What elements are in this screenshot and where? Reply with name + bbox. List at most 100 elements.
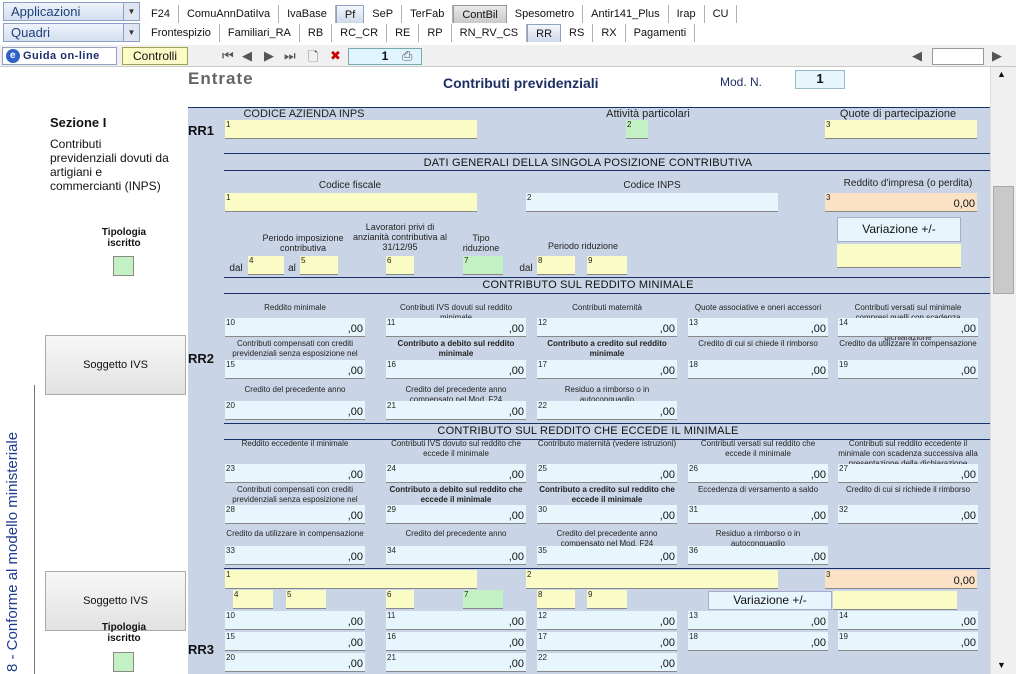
- lavoratori-field[interactable]: 6: [386, 256, 414, 275]
- tab-familiari-ra[interactable]: Familiari_RA: [220, 24, 300, 42]
- rr3-field-15[interactable]: 15,00: [225, 632, 365, 651]
- field-24[interactable]: 24,00: [386, 464, 526, 483]
- tab-cu[interactable]: CU: [705, 5, 738, 23]
- rr3-field-16[interactable]: 16,00: [386, 632, 526, 651]
- field-31[interactable]: 31,00: [688, 505, 828, 524]
- field-20[interactable]: 20,00: [225, 401, 365, 420]
- field-36[interactable]: 36,00: [688, 546, 828, 565]
- tab-terfab[interactable]: TerFab: [402, 5, 454, 23]
- tab-rx[interactable]: RX: [593, 24, 626, 42]
- field-11[interactable]: 11,00: [386, 318, 526, 337]
- mod-number[interactable]: 1: [795, 70, 845, 89]
- tipologia-field[interactable]: [113, 256, 134, 276]
- tab-rs[interactable]: RS: [561, 24, 594, 42]
- reddito-impresa-field[interactable]: 3 0,00: [825, 193, 977, 212]
- scroll-left-icon[interactable]: ◀: [912, 48, 922, 64]
- rr3-field-17[interactable]: 17,00: [537, 632, 677, 651]
- next-page-icon[interactable]: ▶: [264, 48, 274, 64]
- goto-input[interactable]: [932, 48, 984, 65]
- codice-azienda-field[interactable]: 1: [225, 120, 477, 139]
- field-29[interactable]: 29,00: [386, 505, 526, 524]
- field-17[interactable]: 17,00: [537, 360, 677, 379]
- guida-online-button[interactable]: e Guida on-line: [2, 47, 117, 65]
- tab-comuanndatiiva[interactable]: ComuAnnDatiIva: [179, 5, 280, 23]
- field-16[interactable]: 16,00: [386, 360, 526, 379]
- variazione-field[interactable]: [837, 244, 961, 268]
- tab-re[interactable]: RE: [387, 24, 420, 42]
- field-18[interactable]: 18,00: [688, 360, 828, 379]
- tab-rn-rv-cs[interactable]: RN_RV_CS: [452, 24, 528, 42]
- tab-ivabase[interactable]: IvaBase: [279, 5, 336, 23]
- field-30[interactable]: 30,00: [537, 505, 677, 524]
- scroll-right-icon[interactable]: ▶: [992, 48, 1002, 64]
- riduzione-al-field[interactable]: 9: [587, 256, 627, 275]
- tab-contbil[interactable]: ContBil: [453, 5, 507, 23]
- scroll-thumb[interactable]: [993, 186, 1014, 294]
- rr3-field-11[interactable]: 11,00: [386, 611, 526, 630]
- field-15[interactable]: 15,00: [225, 360, 365, 379]
- field-25[interactable]: 25,00: [537, 464, 677, 483]
- field-10[interactable]: 10,00: [225, 318, 365, 337]
- attivita-field[interactable]: 2: [626, 120, 648, 139]
- field-34[interactable]: 34,00: [386, 546, 526, 565]
- riduzione-dal-field[interactable]: 8: [537, 256, 575, 275]
- rr3-field-21[interactable]: 21,00: [386, 653, 526, 672]
- field-13[interactable]: 13,00: [688, 318, 828, 337]
- codice-inps-field[interactable]: 2: [526, 193, 778, 212]
- field-22[interactable]: 22,00: [537, 401, 677, 420]
- applicazioni-dropdown[interactable]: Applicazioni ▼: [3, 2, 140, 21]
- scroll-down-icon[interactable]: ▼: [997, 660, 1006, 670]
- field-19[interactable]: 19,00: [838, 360, 978, 379]
- field-35[interactable]: 35,00: [537, 546, 677, 565]
- tab-sep[interactable]: SeP: [364, 5, 403, 23]
- rr3-field-14[interactable]: 14,00: [838, 611, 978, 630]
- delete-page-icon[interactable]: ✖: [330, 48, 341, 64]
- field-12[interactable]: 12,00: [537, 318, 677, 337]
- first-page-icon[interactable]: ⏮: [222, 48, 234, 64]
- rr3-field-10[interactable]: 10,00: [225, 611, 365, 630]
- tab-rr[interactable]: RR: [527, 24, 562, 42]
- tab-frontespizio[interactable]: Frontespizio: [143, 24, 220, 42]
- controlli-button[interactable]: Controlli: [122, 47, 188, 65]
- tab-rp[interactable]: RP: [419, 24, 452, 42]
- tab-rc-cr[interactable]: RC_CR: [332, 24, 388, 42]
- tab-spesometro[interactable]: Spesometro: [507, 5, 584, 23]
- field-27[interactable]: 27,00: [838, 464, 978, 483]
- rr3-8-field[interactable]: 8: [537, 590, 575, 609]
- tipologia-field-2[interactable]: [113, 652, 134, 672]
- rr3-cf-field[interactable]: 2: [526, 570, 778, 589]
- tab-rb[interactable]: RB: [300, 24, 333, 42]
- periodo-dal-field[interactable]: 4: [248, 256, 284, 275]
- tab-antir141-plus[interactable]: Antir141_Plus: [583, 5, 669, 23]
- tipo-riduzione-field[interactable]: 7: [463, 256, 503, 275]
- rr3-variazione-field[interactable]: [833, 591, 957, 610]
- rr3-field-12[interactable]: 12,00: [537, 611, 677, 630]
- print-icon[interactable]: ⎙: [402, 48, 412, 64]
- field-21[interactable]: 21,00: [386, 401, 526, 420]
- rr3-reddito-field[interactable]: 3 0,00: [825, 570, 977, 589]
- scroll-up-icon[interactable]: ▲: [997, 69, 1006, 79]
- field-33[interactable]: 33,00: [225, 546, 365, 565]
- field-28[interactable]: 28,00: [225, 505, 365, 524]
- quadri-dropdown[interactable]: Quadri ▼: [3, 23, 140, 42]
- field-14[interactable]: 14,00: [838, 318, 978, 337]
- rr3-5-field[interactable]: 5: [286, 590, 326, 609]
- soggetto-ivs-button[interactable]: Soggetto IVS: [45, 335, 186, 395]
- tab-f24[interactable]: F24: [143, 5, 179, 23]
- prev-page-icon[interactable]: ◀: [242, 48, 252, 64]
- field-26[interactable]: 26,00: [688, 464, 828, 483]
- rr3-codice-field[interactable]: 1: [225, 570, 477, 589]
- rr3-6-field[interactable]: 6: [386, 590, 414, 609]
- codice-fiscale-field[interactable]: 1: [225, 193, 477, 212]
- rr3-field-20[interactable]: 20,00: [225, 653, 365, 672]
- rr3-field-19[interactable]: 19,00: [838, 632, 978, 651]
- tab-irap[interactable]: Irap: [669, 5, 705, 23]
- rr3-9-field[interactable]: 9: [587, 590, 627, 609]
- tab-pf[interactable]: Pf: [335, 5, 365, 23]
- field-23[interactable]: 23,00: [225, 464, 365, 483]
- field-32[interactable]: 32,00: [838, 505, 978, 524]
- vertical-scrollbar[interactable]: ▲ ▼: [990, 67, 1016, 674]
- rr3-field-22[interactable]: 22,00: [537, 653, 677, 672]
- rr3-7-field[interactable]: 7: [463, 590, 503, 609]
- rr3-4-field[interactable]: 4: [233, 590, 273, 609]
